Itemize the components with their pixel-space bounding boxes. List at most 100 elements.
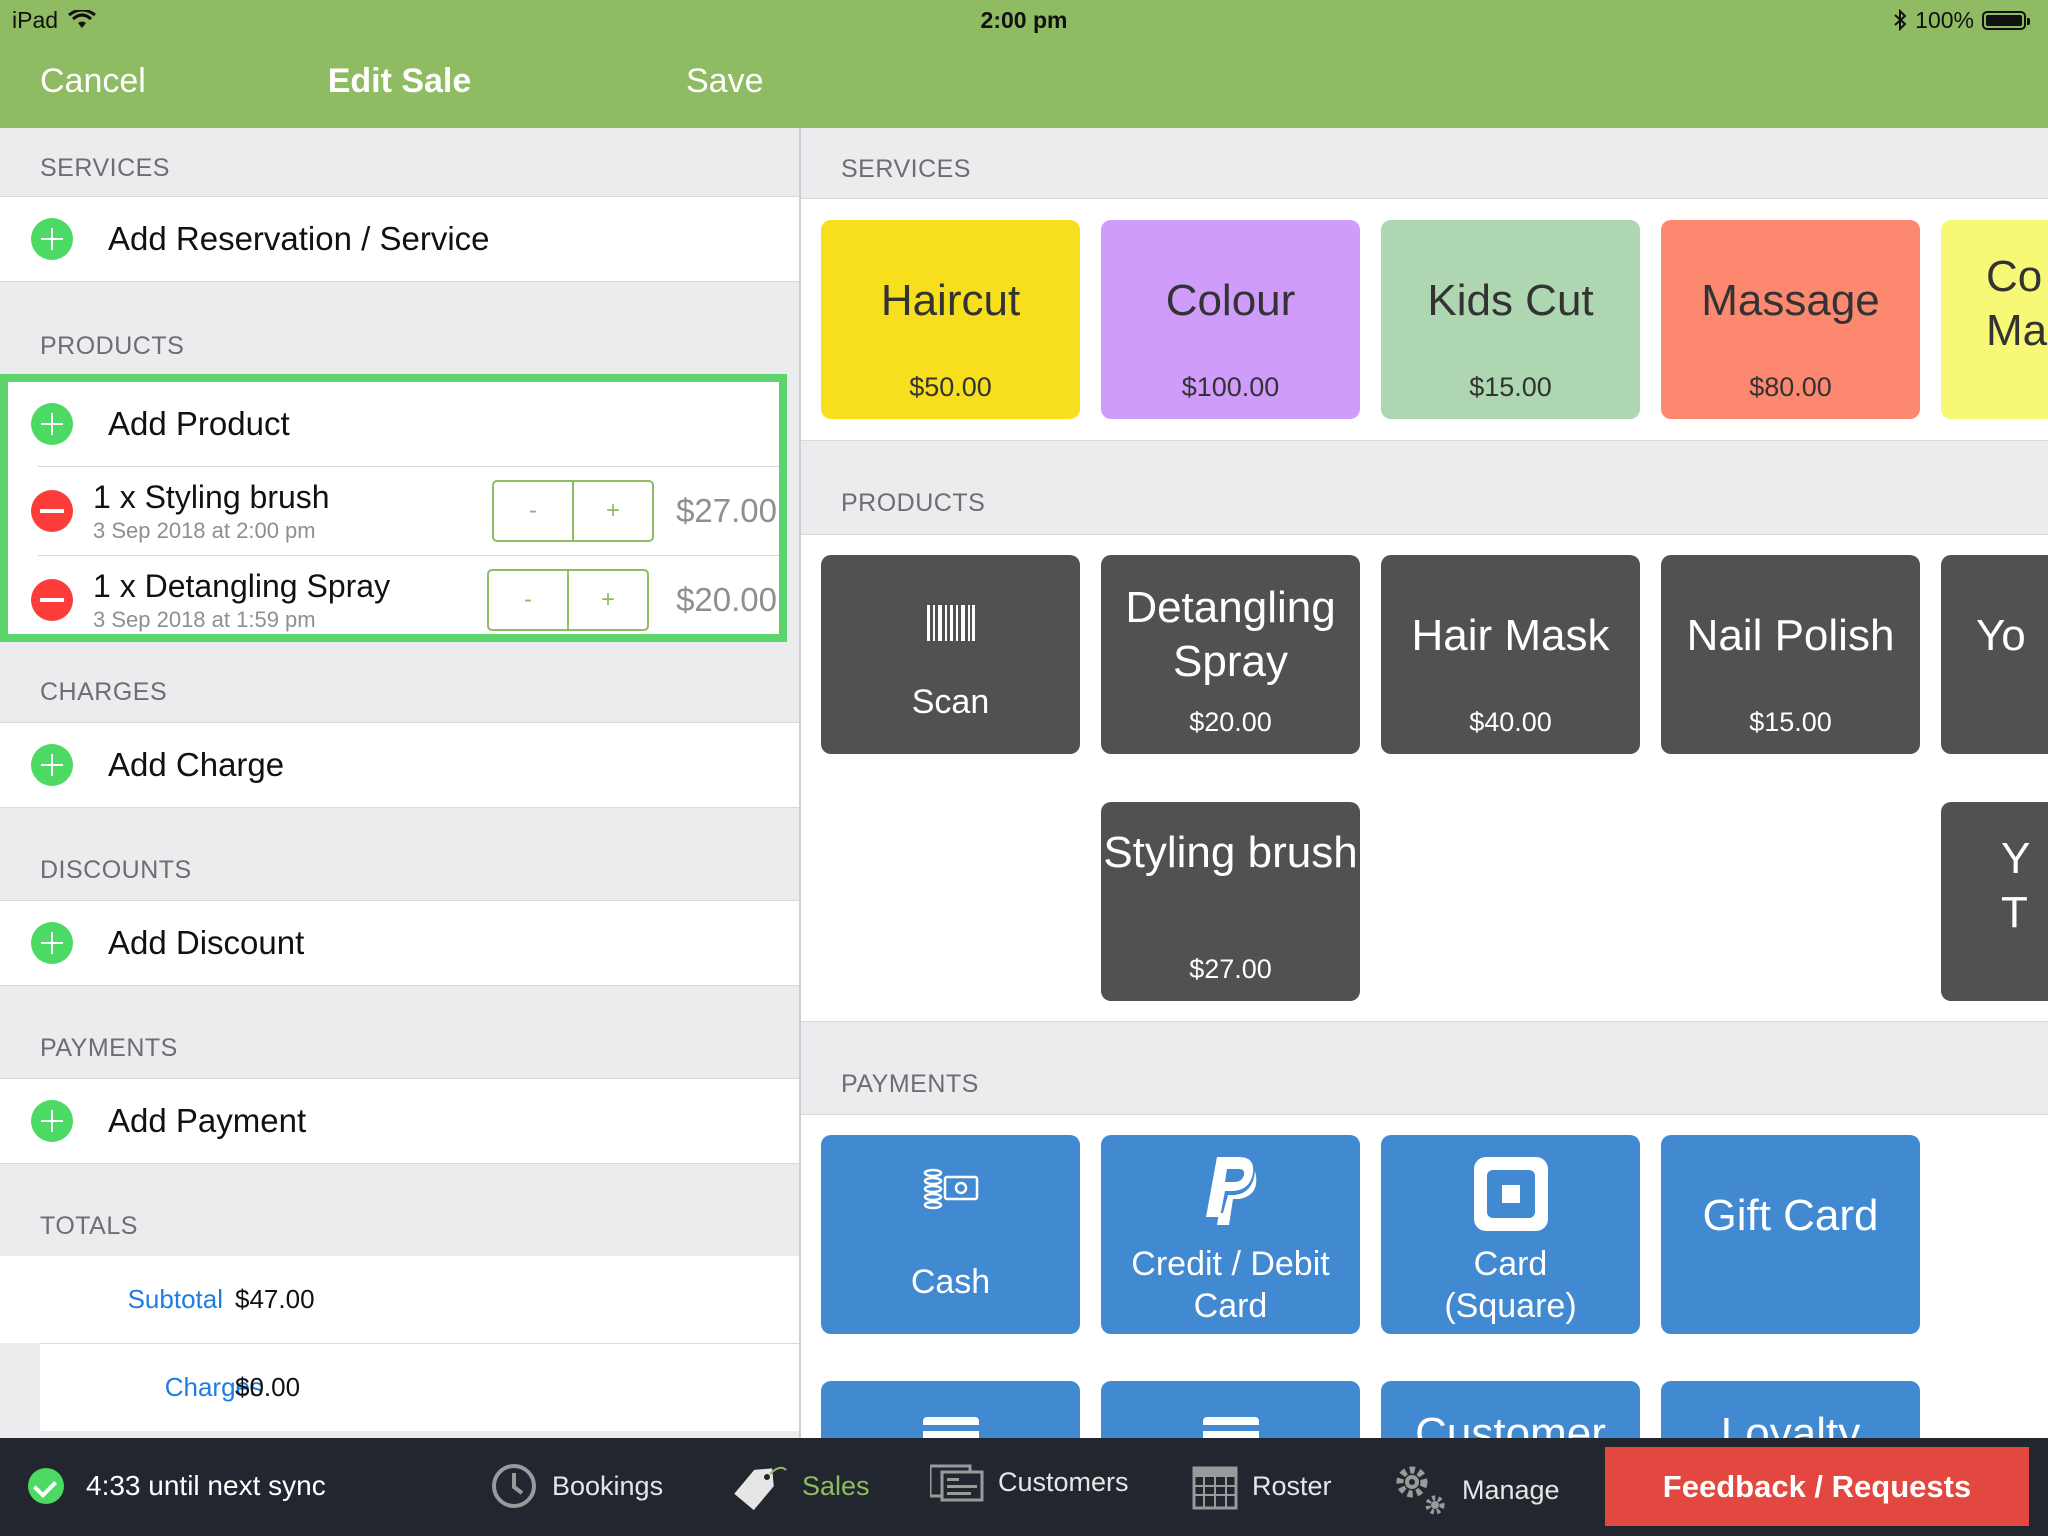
- increment-button[interactable]: +: [567, 571, 647, 629]
- tile-name: Co Ma: [1986, 252, 2048, 355]
- tab-bookings[interactable]: Bookings: [490, 1462, 663, 1510]
- product-tile-hair-mask[interactable]: Hair Mask $40.00: [1381, 555, 1640, 754]
- add-product-row[interactable]: Add Product: [8, 382, 779, 466]
- payment-tile-loyalty[interactable]: Loyalty: [1661, 1381, 1920, 1438]
- save-button[interactable]: Save: [686, 62, 764, 101]
- gears-icon: [1396, 1466, 1445, 1515]
- service-tile-haircut[interactable]: Haircut $50.00: [821, 220, 1080, 419]
- tab-customers[interactable]: Customers: [930, 1462, 1129, 1502]
- add-service-row[interactable]: Add Reservation / Service: [0, 196, 799, 282]
- section-header-products: PRODUCTS: [40, 332, 185, 360]
- item-name: 1 x Detangling Spray: [93, 567, 391, 604]
- item-text: 1 x Styling brush 3 Sep 2018 at 2:00 pm: [93, 479, 330, 544]
- section-header-products: PRODUCTS: [841, 489, 986, 517]
- total-row-charges: Charges $0.00: [40, 1343, 799, 1431]
- decrement-button[interactable]: -: [494, 482, 572, 540]
- feedback-button[interactable]: Feedback / Requests: [1605, 1447, 2029, 1526]
- tile-name: Nail Polish: [1686, 611, 1895, 660]
- calendar-icon: [1192, 1466, 1238, 1510]
- payment-tile-card-1[interactable]: [821, 1381, 1080, 1438]
- add-discount-row[interactable]: Add Discount: [0, 900, 799, 986]
- tile-price: $15.00: [1469, 372, 1552, 402]
- square-icon: [1381, 1157, 1640, 1231]
- add-charge-row[interactable]: Add Charge: [0, 722, 799, 808]
- service-tile-massage[interactable]: Massage $80.00: [1661, 220, 1920, 419]
- contacts-icon: [930, 1464, 984, 1502]
- tile-name: Colour: [1165, 276, 1296, 325]
- decrement-button[interactable]: -: [489, 571, 567, 629]
- tab-label: Roster: [1252, 1470, 1332, 1501]
- product-item-row[interactable]: 1 x Styling brush 3 Sep 2018 at 2:00 pm …: [31, 466, 779, 555]
- tile-name: Haircut: [880, 276, 1021, 325]
- sync-status: 4:33 until next sync: [28, 1468, 326, 1504]
- status-right: 100%: [1893, 6, 2030, 34]
- quick-add-panel: SERVICES Haircut $50.00 Colour $100.00 K…: [801, 128, 2048, 1438]
- increment-button[interactable]: +: [572, 482, 652, 540]
- tile-price: $80.00: [1749, 372, 1832, 402]
- tile-price: $100.00: [1181, 372, 1280, 402]
- tab-label: Bookings: [552, 1470, 664, 1501]
- total-label: Subtotal: [127, 1284, 223, 1314]
- payment-tile-gift-card[interactable]: Gift Card: [1661, 1135, 1920, 1334]
- tile-name: Credit / Debit Card: [1131, 1245, 1330, 1325]
- tile-name: Y T: [2001, 834, 2030, 937]
- scan-button[interactable]: Scan: [821, 555, 1080, 754]
- section-header-payments: PAYMENTS: [841, 1070, 979, 1098]
- tile-price: $40.00: [1469, 707, 1552, 737]
- service-tile-kids-cut[interactable]: Kids Cut $15.00: [1381, 220, 1640, 419]
- status-time: 2:00 pm: [980, 6, 1068, 33]
- section-header-payments: PAYMENTS: [40, 1034, 178, 1062]
- product-tile-nail-polish[interactable]: Nail Polish $15.00: [1661, 555, 1920, 754]
- bottom-tab-bar: 4:33 until next sync Bookings Sales Cust…: [0, 1438, 2048, 1536]
- clock-icon: [492, 1464, 536, 1508]
- add-icon[interactable]: [31, 922, 73, 964]
- item-name: 1 x Styling brush: [93, 478, 330, 515]
- battery-percent: 100%: [1915, 6, 1974, 33]
- services-grid: Haircut $50.00 Colour $100.00 Kids Cut $…: [801, 198, 2048, 441]
- quantity-stepper: - +: [492, 480, 654, 542]
- section-header-services: SERVICES: [40, 154, 170, 182]
- payment-tile-credit-card[interactable]: Credit / Debit Card: [1101, 1135, 1360, 1334]
- add-icon[interactable]: [31, 403, 73, 445]
- add-discount-label: Add Discount: [108, 924, 305, 961]
- add-payment-label: Add Payment: [108, 1102, 307, 1139]
- add-icon[interactable]: [31, 744, 73, 786]
- item-text: 1 x Detangling Spray 3 Sep 2018 at 1:59 …: [93, 568, 390, 633]
- remove-icon[interactable]: [31, 490, 73, 532]
- tab-label: Manage: [1462, 1474, 1560, 1505]
- item-price: $27.00: [676, 492, 777, 529]
- payment-tile-square[interactable]: Card (Square): [1381, 1135, 1640, 1334]
- product-item-row[interactable]: 1 x Detangling Spray 3 Sep 2018 at 1:59 …: [31, 555, 779, 644]
- tab-label: Sales: [802, 1470, 870, 1501]
- item-date: 3 Sep 2018 at 1:59 pm: [93, 606, 316, 632]
- tab-roster[interactable]: Roster: [1192, 1462, 1332, 1510]
- payment-tile-card-2[interactable]: [1101, 1381, 1360, 1438]
- payment-tile-customer[interactable]: Customer: [1381, 1381, 1640, 1438]
- total-value: $0.00: [235, 1372, 301, 1402]
- item-price: $20.00: [676, 581, 777, 618]
- tab-sales[interactable]: Sales: [730, 1462, 870, 1510]
- product-tile-styling-brush[interactable]: Styling brush $27.00: [1101, 802, 1360, 1001]
- add-icon[interactable]: [31, 1100, 73, 1142]
- remove-icon[interactable]: [31, 579, 73, 621]
- tile-name: Scan: [911, 683, 990, 721]
- checkmark-icon: [28, 1468, 64, 1504]
- product-tile-partial-2[interactable]: Y T: [1941, 802, 2048, 1001]
- service-tile-colour[interactable]: Colour $100.00: [1101, 220, 1360, 419]
- tab-manage[interactable]: Manage: [1392, 1462, 1560, 1518]
- product-tile-detangling-spray[interactable]: Detangling Spray $20.00: [1101, 555, 1360, 754]
- price-tag-icon: [734, 1466, 787, 1510]
- products-list: Add Product 1 x Styling brush 3 Sep 2018…: [0, 374, 787, 642]
- add-payment-row[interactable]: Add Payment: [0, 1078, 799, 1164]
- sale-detail-panel: SERVICES Add Reservation / Service PRODU…: [0, 128, 799, 1438]
- product-tile-partial[interactable]: Yo: [1941, 555, 2048, 754]
- payment-tile-cash[interactable]: Cash: [821, 1135, 1080, 1334]
- add-icon[interactable]: [31, 218, 73, 260]
- add-service-label: Add Reservation / Service: [108, 220, 490, 257]
- add-product-label: Add Product: [108, 405, 290, 442]
- total-value: $47.00: [235, 1284, 315, 1314]
- status-bar: iPad 2:00 pm 100%: [0, 0, 2048, 40]
- service-tile-partial[interactable]: Co Ma: [1941, 220, 2048, 419]
- sync-text: 4:33 until next sync: [86, 1470, 326, 1501]
- section-header-totals: TOTALS: [40, 1212, 138, 1240]
